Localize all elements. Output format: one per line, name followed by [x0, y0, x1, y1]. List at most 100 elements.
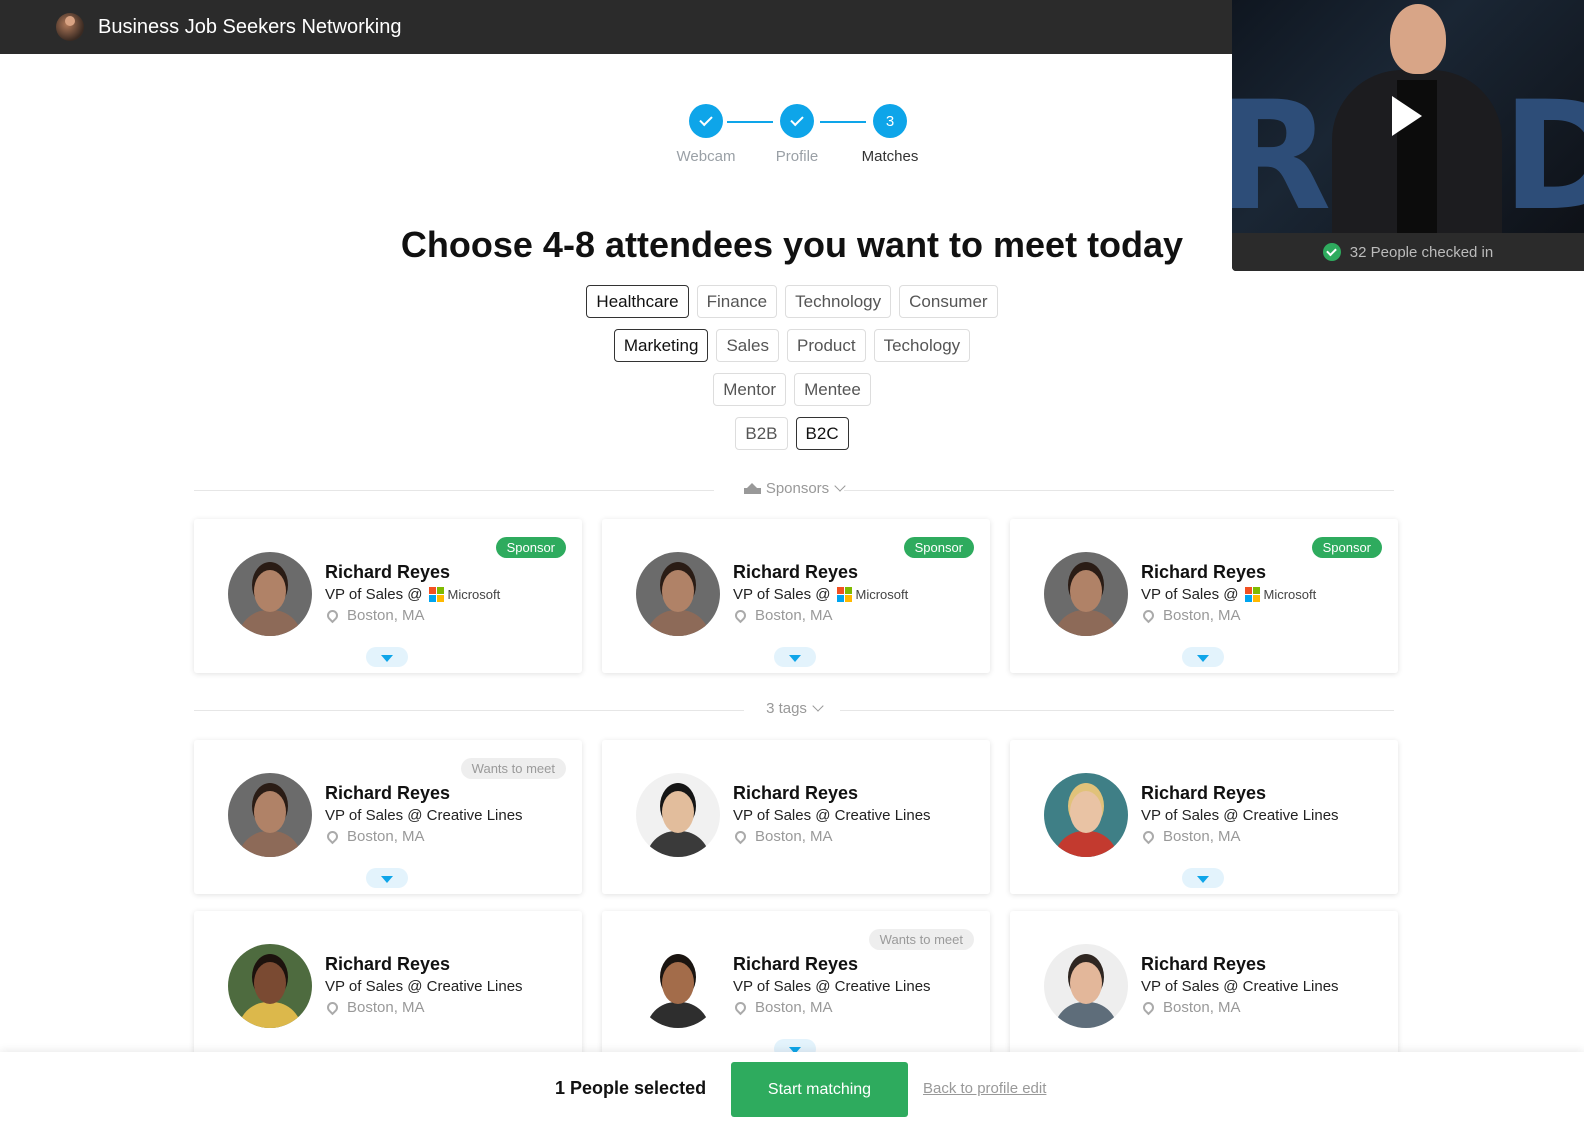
attendee-name: Richard Reyes: [733, 562, 859, 582]
avatar-body: [238, 831, 302, 857]
tag-row: Marketing Sales Product Techology: [0, 329, 1584, 362]
attendee-location: Boston, MA: [324, 828, 425, 845]
step-number: 3: [873, 104, 907, 138]
attendee-card[interactable]: Richard Reyes VP of Sales @ Creative Line…: [1010, 911, 1398, 1065]
step-label: Matches: [861, 148, 919, 165]
sponsor-badge: Sponsor: [495, 537, 566, 558]
sponsor-card[interactable]: Sponsor Richard Reyes VP of Sales @ Microso…: [602, 519, 990, 673]
avatar-body: [646, 1002, 710, 1028]
location-text: Boston, MA: [1163, 999, 1241, 1016]
microsoft-logo-icon: [428, 587, 444, 602]
attendee-name: Richard Reyes: [325, 562, 451, 582]
step-complete-icon: [780, 104, 814, 138]
play-icon[interactable]: [1392, 96, 1422, 136]
attendee-name: Richard Reyes: [733, 954, 859, 974]
expand-card-button[interactable]: [1182, 868, 1224, 888]
location-text: Boston, MA: [755, 607, 833, 624]
attendee-card[interactable]: Richard Reyes VP of Sales @ Creative Line…: [1010, 740, 1398, 894]
attendee-role: VP of Sales @ Creative Lines: [1141, 978, 1339, 995]
location-pin-icon: [324, 607, 341, 624]
microsoft-logo-icon: [836, 587, 852, 602]
location-text: Boston, MA: [347, 999, 425, 1016]
attendee-card[interactable]: Richard Reyes VP of Sales @ Creative Line…: [602, 740, 990, 894]
avatar: [636, 773, 720, 857]
tag-chip[interactable]: Consumer: [899, 285, 998, 318]
attendee-name: Richard Reyes: [1141, 783, 1267, 803]
attendee-location: Boston, MA: [1140, 607, 1241, 624]
sponsors-divider[interactable]: Sponsors: [194, 480, 1394, 500]
attendee-role: VP of Sales @ Creative Lines: [325, 807, 523, 824]
attendee-role: VP of Sales @ Creative Lines: [733, 978, 931, 995]
attendee-card[interactable]: Richard Reyes VP of Sales @ Creative Line…: [194, 911, 582, 1065]
avatar-body: [238, 1002, 302, 1028]
attendee-card[interactable]: Wants to meet Richard Reyes VP of Sales @ …: [194, 740, 582, 894]
sponsors-toggle[interactable]: Sponsors: [194, 480, 1394, 497]
avatar-head: [662, 570, 694, 612]
tags-divider[interactable]: 3 tags: [194, 700, 1394, 720]
chevron-down-icon: [834, 480, 846, 492]
tag-chip[interactable]: B2B: [735, 417, 788, 450]
speaker-head: [1390, 4, 1446, 74]
tag-chip[interactable]: Mentor: [713, 373, 787, 406]
avatar: [1044, 944, 1128, 1028]
tag-chip[interactable]: B2C: [795, 417, 849, 450]
tag-row: Healthcare Finance Technology Consumer: [0, 285, 1584, 318]
expand-card-button[interactable]: [366, 868, 408, 888]
sponsor-card[interactable]: Sponsor Richard Reyes VP of Sales @ Microso…: [1010, 519, 1398, 673]
sponsor-card[interactable]: Sponsor Richard Reyes VP of Sales @ Microso…: [194, 519, 582, 673]
tags-toggle[interactable]: 3 tags: [194, 700, 1394, 717]
back-to-profile-link[interactable]: Back to profile edit: [923, 1080, 1046, 1097]
avatar: [228, 944, 312, 1028]
location-text: Boston, MA: [1163, 607, 1241, 624]
expand-card-button[interactable]: [1182, 647, 1224, 667]
tag-chip[interactable]: Finance: [696, 285, 778, 318]
location-pin-icon: [732, 828, 749, 845]
attendee-card[interactable]: Wants to meet Richard Reyes VP of Sales @ …: [602, 911, 990, 1065]
start-matching-button[interactable]: Start matching: [731, 1062, 908, 1117]
avatar-body: [646, 831, 710, 857]
tag-chip[interactable]: Product: [787, 329, 866, 362]
avatar-body: [1054, 1002, 1118, 1028]
avatar-body: [646, 610, 710, 636]
location-text: Boston, MA: [1163, 828, 1241, 845]
avatar-body: [1054, 610, 1118, 636]
location-pin-icon: [1140, 999, 1157, 1016]
avatar: [228, 552, 312, 636]
attendee-role: VP of Sales @ Microsoft: [1141, 586, 1316, 603]
location-pin-icon: [732, 607, 749, 624]
avatar-head: [662, 791, 694, 833]
avatar-head: [1070, 962, 1102, 1004]
page-heading: Choose 4-8 attendees you want to meet to…: [400, 224, 1184, 265]
sponsors-label: Sponsors: [765, 480, 830, 497]
event-logo-icon: [56, 13, 84, 41]
tag-chip[interactable]: Healthcare: [586, 285, 689, 318]
attendee-location: Boston, MA: [732, 607, 833, 624]
step-label: Profile: [775, 148, 819, 165]
avatar: [636, 552, 720, 636]
crown-icon: [743, 483, 761, 494]
tag-chip[interactable]: Technology: [785, 285, 892, 318]
tag-chip[interactable]: Sales: [716, 329, 779, 362]
attendee-role: VP of Sales @ Creative Lines: [733, 807, 931, 824]
attendee-location: Boston, MA: [324, 999, 425, 1016]
location-pin-icon: [324, 828, 341, 845]
attendee-role: VP of Sales @ Creative Lines: [1141, 807, 1339, 824]
avatar-head: [254, 962, 286, 1004]
tag-chip[interactable]: Mentee: [794, 373, 871, 406]
attendee-name: Richard Reyes: [325, 783, 451, 803]
tag-chip[interactable]: Techology: [873, 329, 971, 362]
app-root: Business Job Seekers Networking R D 32 P…: [0, 0, 1584, 1126]
attendee-location: Boston, MA: [1140, 828, 1241, 845]
attendee-role: VP of Sales @ Microsoft: [325, 586, 500, 603]
step-complete-icon: [689, 104, 723, 138]
expand-card-button[interactable]: [366, 647, 408, 667]
selection-bar: 1 People selected Start matching Back to…: [0, 1052, 1584, 1126]
attendee-name: Richard Reyes: [1141, 562, 1267, 582]
expand-card-button[interactable]: [774, 647, 816, 667]
location-text: Boston, MA: [755, 828, 833, 845]
attendee-name: Richard Reyes: [1141, 954, 1267, 974]
tag-chip[interactable]: Marketing: [613, 329, 709, 362]
attendee-location: Boston, MA: [324, 607, 425, 624]
step-webcam: Webcam: [666, 104, 746, 165]
wants-to-meet-badge: Wants to meet: [460, 758, 566, 779]
